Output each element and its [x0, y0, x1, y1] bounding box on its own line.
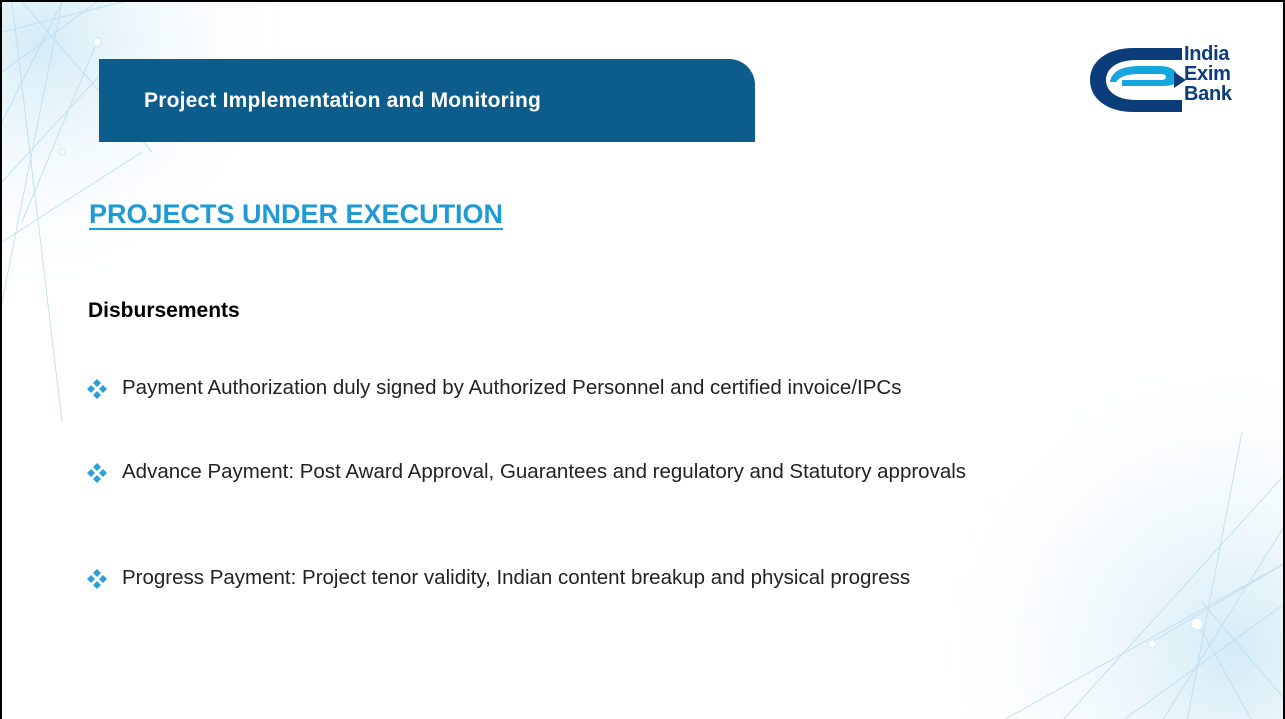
logo-word-exim: Exim	[1184, 63, 1231, 85]
header-banner: Project Implementation and Monitoring	[99, 59, 755, 142]
list-item: Payment Authorization duly signed by Aut…	[86, 372, 901, 403]
diamond-bullet-icon	[87, 379, 107, 399]
list-item: Progress Payment: Project tenor validity…	[86, 562, 910, 593]
bullet-text: Advance Payment: Post Award Approval, Gu…	[122, 460, 967, 483]
diamond-bullet-icon	[87, 463, 107, 483]
diamond-bullet-icon	[87, 569, 107, 589]
india-exim-bank-logo: India Exim Bank	[1082, 42, 1252, 118]
logo-word-india: India	[1184, 43, 1230, 65]
header-title: Project Implementation and Monitoring	[144, 88, 542, 112]
logo-word-bank: Bank	[1184, 83, 1232, 105]
bullet-text: Payment Authorization duly signed by Aut…	[122, 376, 902, 399]
section-heading: PROJECTS UNDER EXECUTION	[89, 199, 504, 229]
bullet-text: Progress Payment: Project tenor validity…	[122, 566, 911, 589]
list-item: Advance Payment: Post Award Approval, Gu…	[86, 456, 966, 487]
logo-wordmark: India Exim Bank	[1184, 44, 1232, 104]
slide: Project Implementation and Monitoring In…	[0, 0, 1285, 719]
exim-logo-mark-icon	[1090, 48, 1186, 112]
sub-heading: Disbursements	[88, 299, 240, 322]
